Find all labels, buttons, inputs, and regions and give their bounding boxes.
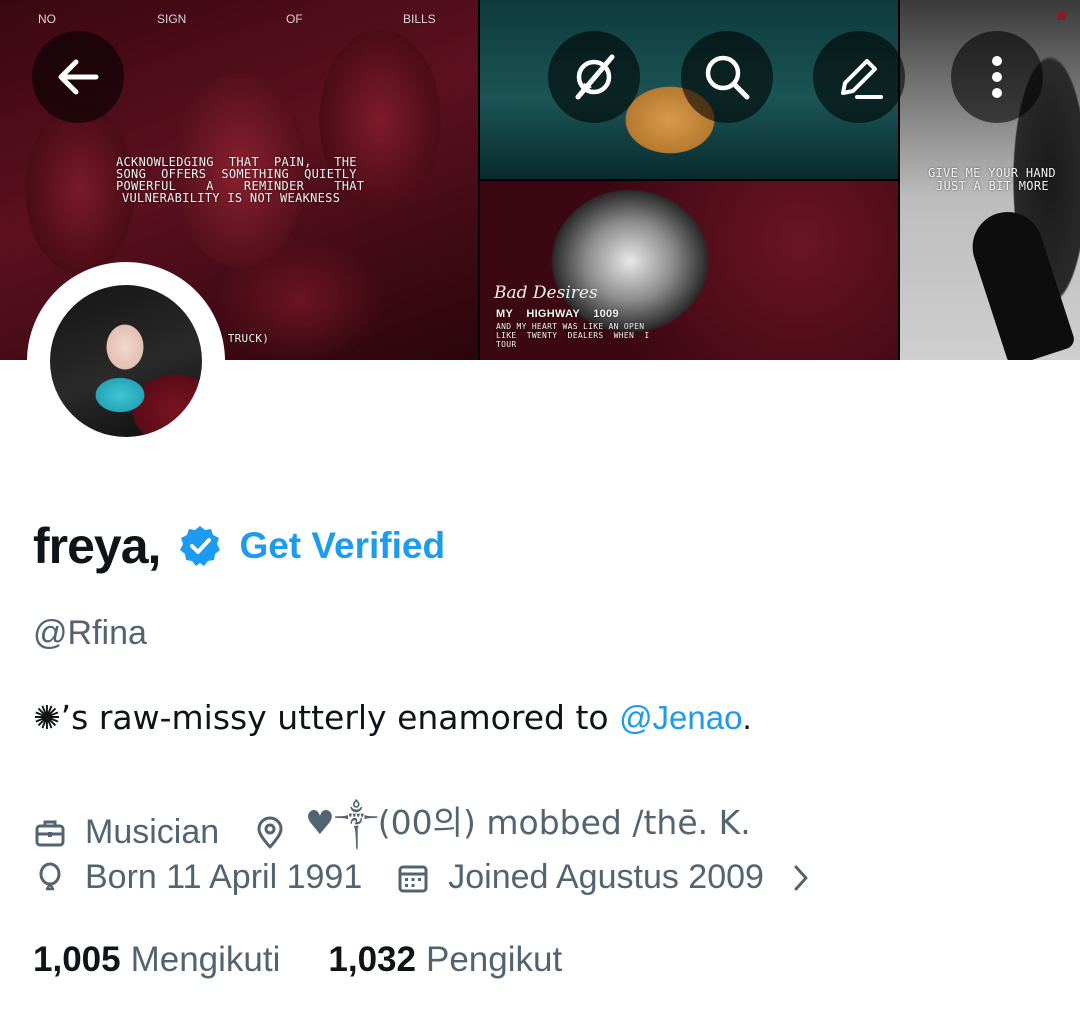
- banner-small-line: LIKE TWENTY DEALERS WHEN I: [496, 331, 650, 340]
- balloon-icon: [39, 862, 61, 890]
- edit-icon: [841, 59, 883, 99]
- location-pin-icon: [257, 816, 283, 848]
- profile-bio: ✺’s raw-missy utterly enamored to @Jenao…: [33, 698, 752, 737]
- grok-button[interactable]: [548, 31, 640, 123]
- back-button[interactable]: [32, 31, 124, 123]
- display-name: freya,: [33, 518, 161, 574]
- follow-counts: 1,005 Mengikuti 1,032 Pengikut: [33, 940, 562, 980]
- banner-quote-line: VULNERABILITY IS NOT WEAKNESS: [122, 191, 341, 205]
- followers-count: 1,032: [328, 940, 416, 979]
- edit-button[interactable]: [813, 31, 905, 123]
- back-arrow-icon: [58, 59, 99, 95]
- avatar-image: [50, 285, 202, 437]
- user-handle: @Rfina: [33, 614, 147, 652]
- category-item: Musician: [33, 813, 219, 852]
- bio-text: ✺’s raw-missy utterly enamored to: [33, 698, 620, 737]
- chevron-right-icon: [794, 865, 808, 890]
- joined-item[interactable]: Joined Agustus 2009: [396, 858, 818, 897]
- banner-hand-line: GIVE ME YOUR HAND: [928, 166, 1056, 180]
- search-icon: [705, 55, 750, 100]
- briefcase-icon: [35, 820, 65, 846]
- following-label: Mengikuti: [130, 940, 281, 979]
- banner-hand-line: JUST A BIT MORE: [936, 179, 1049, 193]
- banner-bad-desires: Bad Desires: [494, 283, 598, 303]
- followers-link[interactable]: 1,032 Pengikut: [328, 940, 562, 980]
- banner-highway: MY HIGHWAY 1009: [496, 308, 619, 320]
- birthday-text: Born 11 April 1991: [85, 858, 363, 896]
- banner-word: BILLS: [403, 12, 436, 26]
- more-button[interactable]: [951, 31, 1043, 123]
- verified-badge-icon[interactable]: [178, 524, 222, 568]
- profile-meta-row: Born 11 April 1991 Joined Agustus 2009: [33, 858, 818, 897]
- banner-word: OF: [286, 12, 303, 26]
- calendar-icon: [398, 865, 428, 892]
- following-link[interactable]: 1,005 Mengikuti: [33, 940, 280, 980]
- profile-avatar[interactable]: [27, 262, 225, 460]
- banner-small-line: AND MY HEART WAS LIKE AN OPEN: [496, 322, 645, 331]
- more-vertical-icon: [992, 56, 1002, 98]
- get-verified-link[interactable]: Get Verified: [239, 525, 445, 567]
- banner-word: NO: [38, 12, 56, 26]
- birthday-item: Born 11 April 1991: [33, 858, 362, 897]
- following-count: 1,005: [33, 940, 121, 979]
- search-button[interactable]: [681, 31, 773, 123]
- banner-word: SIGN: [157, 12, 187, 26]
- bio-suffix: .: [742, 699, 752, 736]
- banner-small-line: TOUR: [496, 340, 517, 349]
- profile-name-row: freya, Get Verified: [33, 514, 445, 578]
- joined-text: Joined Agustus 2009: [448, 858, 764, 896]
- followers-label: Pengikut: [425, 940, 563, 979]
- banner-marker: [1058, 12, 1066, 20]
- bio-mention-link[interactable]: @Jenao: [619, 699, 742, 736]
- grok-icon: [575, 54, 615, 100]
- category-text: Musician: [85, 813, 220, 851]
